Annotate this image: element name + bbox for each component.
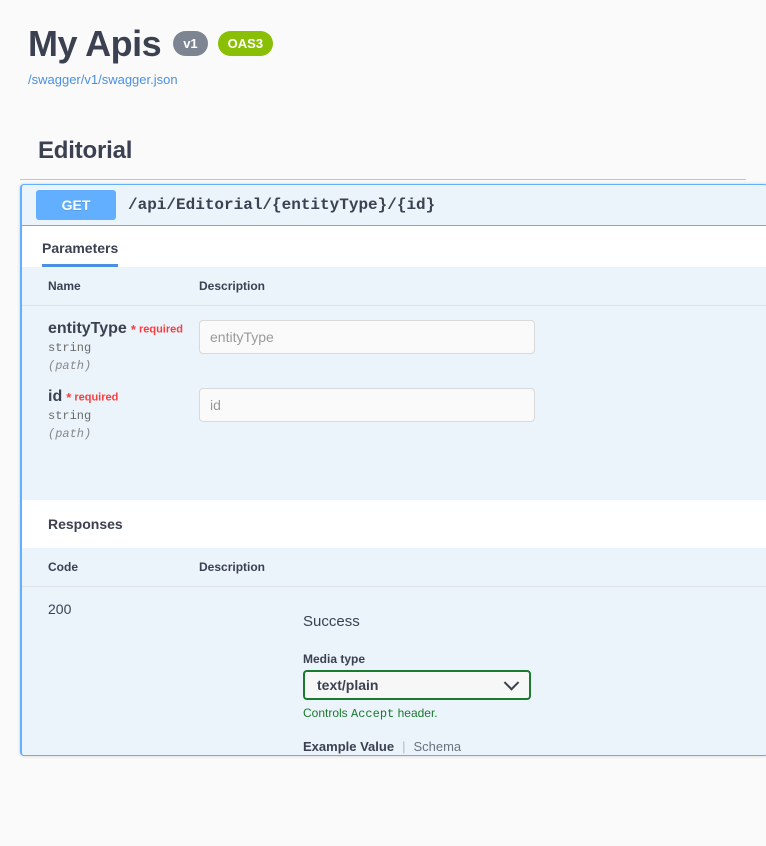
parameters-header-row: Name Description: [22, 267, 766, 306]
tag-divider: [20, 179, 746, 180]
operation-path: /api/Editorial/{entityType}/{id}: [128, 196, 435, 214]
response-code: 200: [48, 601, 71, 617]
api-title-row: My Apis v1 OAS3: [28, 24, 766, 64]
responses-header-row: Code Description: [22, 548, 766, 587]
accept-header-code: Accept: [351, 707, 394, 721]
parameter-location: (path): [48, 427, 198, 441]
response-description: Success: [303, 601, 766, 630]
response-description-wrap: Success Media type text/plain Controls: [199, 601, 766, 754]
operation-body: Parameters Name Description: [22, 226, 766, 755]
parameters-section: Name Description entityType * required st…: [22, 267, 766, 500]
media-type-label: Media type: [303, 652, 766, 666]
controls-suffix: header.: [398, 706, 438, 720]
media-type-value: text/plain: [305, 677, 378, 693]
spec-url-link[interactable]: /swagger/v1/swagger.json: [28, 72, 766, 87]
parameter-input-cell-id: [199, 374, 766, 442]
api-version-badge: v1: [173, 31, 207, 56]
col-header-description: Description: [199, 267, 766, 306]
tag-section-editorial: Editorial GET /api/Editorial/{entityType…: [0, 137, 766, 756]
api-info-header: My Apis v1 OAS3 /swagger/v1/swagger.json: [0, 0, 766, 87]
parameter-location: (path): [48, 359, 198, 373]
operation-summary[interactable]: GET /api/Editorial/{entityType}/{id}: [22, 185, 766, 226]
swagger-ui-page: My Apis v1 OAS3 /swagger/v1/swagger.json…: [0, 0, 766, 846]
response-details-cell: Success Media type text/plain Controls: [199, 586, 766, 755]
col-header-code: Code: [22, 548, 199, 587]
media-type-select[interactable]: text/plain: [303, 670, 531, 700]
parameter-meta-id: id * required string (path): [22, 374, 199, 442]
tab-example-value[interactable]: Example Value: [303, 739, 394, 754]
col-header-name: Name: [22, 267, 199, 306]
response-code-cell: 200: [22, 586, 199, 755]
id-input[interactable]: [199, 388, 535, 422]
parameter-required-flag: * required: [66, 390, 118, 405]
parameters-spacer: [22, 442, 766, 500]
http-method-badge: GET: [36, 190, 116, 220]
tab-separator: |: [402, 739, 405, 754]
parameter-name: entityType: [48, 320, 127, 338]
operation-block-get-editorial: GET /api/Editorial/{entityType}/{id} Par…: [20, 184, 766, 756]
table-row: entityType * required string (path): [22, 305, 766, 374]
controls-accept-note: Controls Accept header.: [303, 706, 766, 721]
parameters-table: Name Description entityType * required st…: [22, 267, 766, 442]
responses-table: Code Description 200: [22, 548, 766, 755]
parameter-meta-entitytype: entityType * required string (path): [22, 305, 199, 374]
controls-prefix: Controls: [303, 706, 348, 720]
operation-tabs: Parameters: [22, 226, 766, 267]
parameter-input-cell-entitytype: [199, 305, 766, 374]
tab-parameters[interactable]: Parameters: [42, 240, 118, 267]
responses-heading: Responses: [22, 500, 766, 548]
example-schema-tabs: Example Value | Schema: [303, 739, 766, 754]
entitytype-input[interactable]: [199, 320, 535, 354]
col-header-response-description: Description: [199, 548, 766, 587]
tab-schema[interactable]: Schema: [413, 739, 461, 754]
table-row: 200 Success Media type text/plain: [22, 586, 766, 755]
table-row: id * required string (path): [22, 374, 766, 442]
page-title: My Apis: [28, 24, 161, 64]
parameter-type: string: [48, 409, 198, 423]
responses-section: Code Description 200: [22, 548, 766, 755]
oas-version-badge: OAS3: [218, 31, 273, 56]
tag-title[interactable]: Editorial: [38, 137, 746, 165]
parameter-required-flag: * required: [131, 322, 183, 337]
chevron-down-icon: [504, 675, 520, 691]
parameter-type: string: [48, 341, 198, 355]
parameter-name: id: [48, 388, 62, 406]
